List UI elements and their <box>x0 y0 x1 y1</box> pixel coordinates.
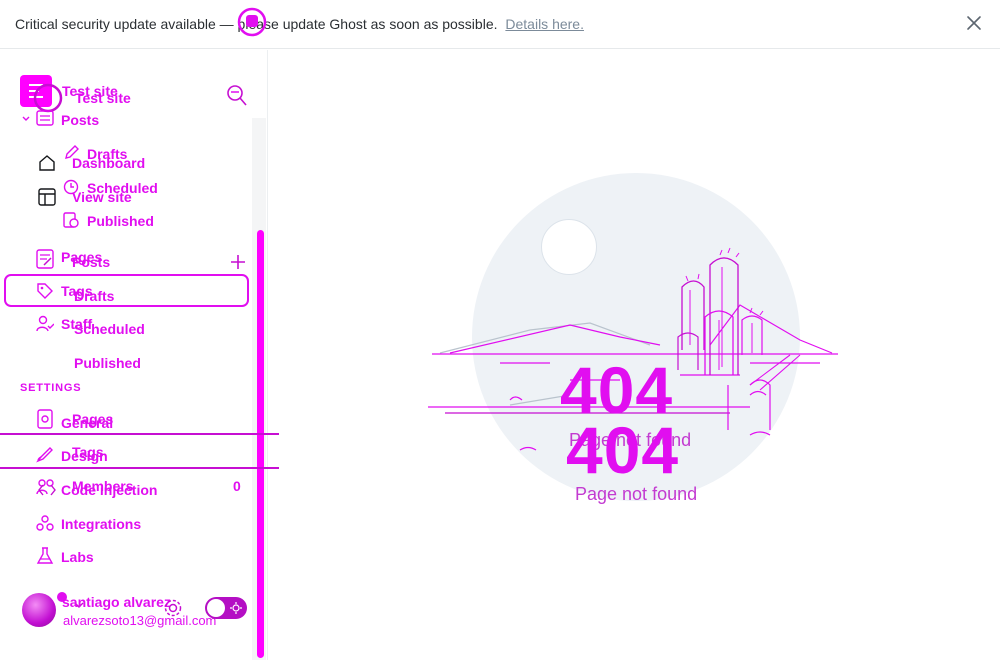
settings-code-injection[interactable]: Code injection <box>61 482 157 498</box>
error-message: Page not found <box>575 484 698 504</box>
security-alert-bar: Critical security update available — ple… <box>0 0 1000 49</box>
members-count: 0 <box>233 478 241 494</box>
site-title-overlay: Test site <box>75 90 131 106</box>
home-icon[interactable] <box>38 154 56 172</box>
user-email: alvarezsoto13@gmail.com <box>63 613 217 628</box>
nav-published[interactable]: Published <box>74 355 141 371</box>
posts-icon <box>36 110 54 126</box>
view-site-icon[interactable] <box>38 188 56 206</box>
staff-icon <box>36 315 54 333</box>
settings-design[interactable]: Design <box>61 448 108 464</box>
settings-labs[interactable]: Labs <box>61 549 94 565</box>
user-name[interactable]: santiago alvarez <box>62 594 171 610</box>
ghost-logo-icon <box>236 6 268 38</box>
nav-posts-label[interactable]: Posts <box>61 112 99 128</box>
settings-cog-icon[interactable] <box>163 598 183 618</box>
pages-icon <box>36 249 54 269</box>
dark-mode-toggle[interactable] <box>205 597 247 619</box>
search-icon[interactable] <box>226 84 248 108</box>
close-icon[interactable] <box>966 15 984 33</box>
error-code-overlay: 404 <box>566 413 680 487</box>
nav-published-label[interactable]: Published <box>87 213 154 229</box>
divider-line-top <box>0 433 279 435</box>
design-brush-icon <box>36 445 54 463</box>
code-icon <box>38 483 56 497</box>
settings-gear-icon <box>36 409 54 429</box>
nav-view-site[interactable]: View site <box>72 189 132 205</box>
sidebar-scrollbar[interactable] <box>257 230 264 658</box>
published-icon <box>63 212 79 228</box>
divider-line-bottom <box>0 467 279 469</box>
nav-posts[interactable]: Posts <box>72 254 110 270</box>
settings-general[interactable]: General <box>61 415 113 431</box>
nav-scheduled[interactable]: Scheduled <box>74 321 145 337</box>
settings-integrations[interactable]: Integrations <box>61 516 141 532</box>
alert-message: Critical security update available — ple… <box>15 16 584 32</box>
settings-heading: SETTINGS <box>20 382 82 394</box>
integrations-icon <box>36 514 54 532</box>
toggle-knob <box>207 599 225 617</box>
tag-icon <box>36 282 54 300</box>
avatar[interactable] <box>22 593 56 627</box>
moon-icon <box>229 601 243 615</box>
chevron-down-icon[interactable] <box>22 115 30 123</box>
plus-icon[interactable] <box>229 253 247 271</box>
labs-flask-icon <box>36 547 54 565</box>
alert-details-link[interactable]: Details here. <box>505 16 584 32</box>
nav-drafts[interactable]: Drafts <box>74 288 114 304</box>
nav-dashboard[interactable]: Dashboard <box>72 155 145 171</box>
